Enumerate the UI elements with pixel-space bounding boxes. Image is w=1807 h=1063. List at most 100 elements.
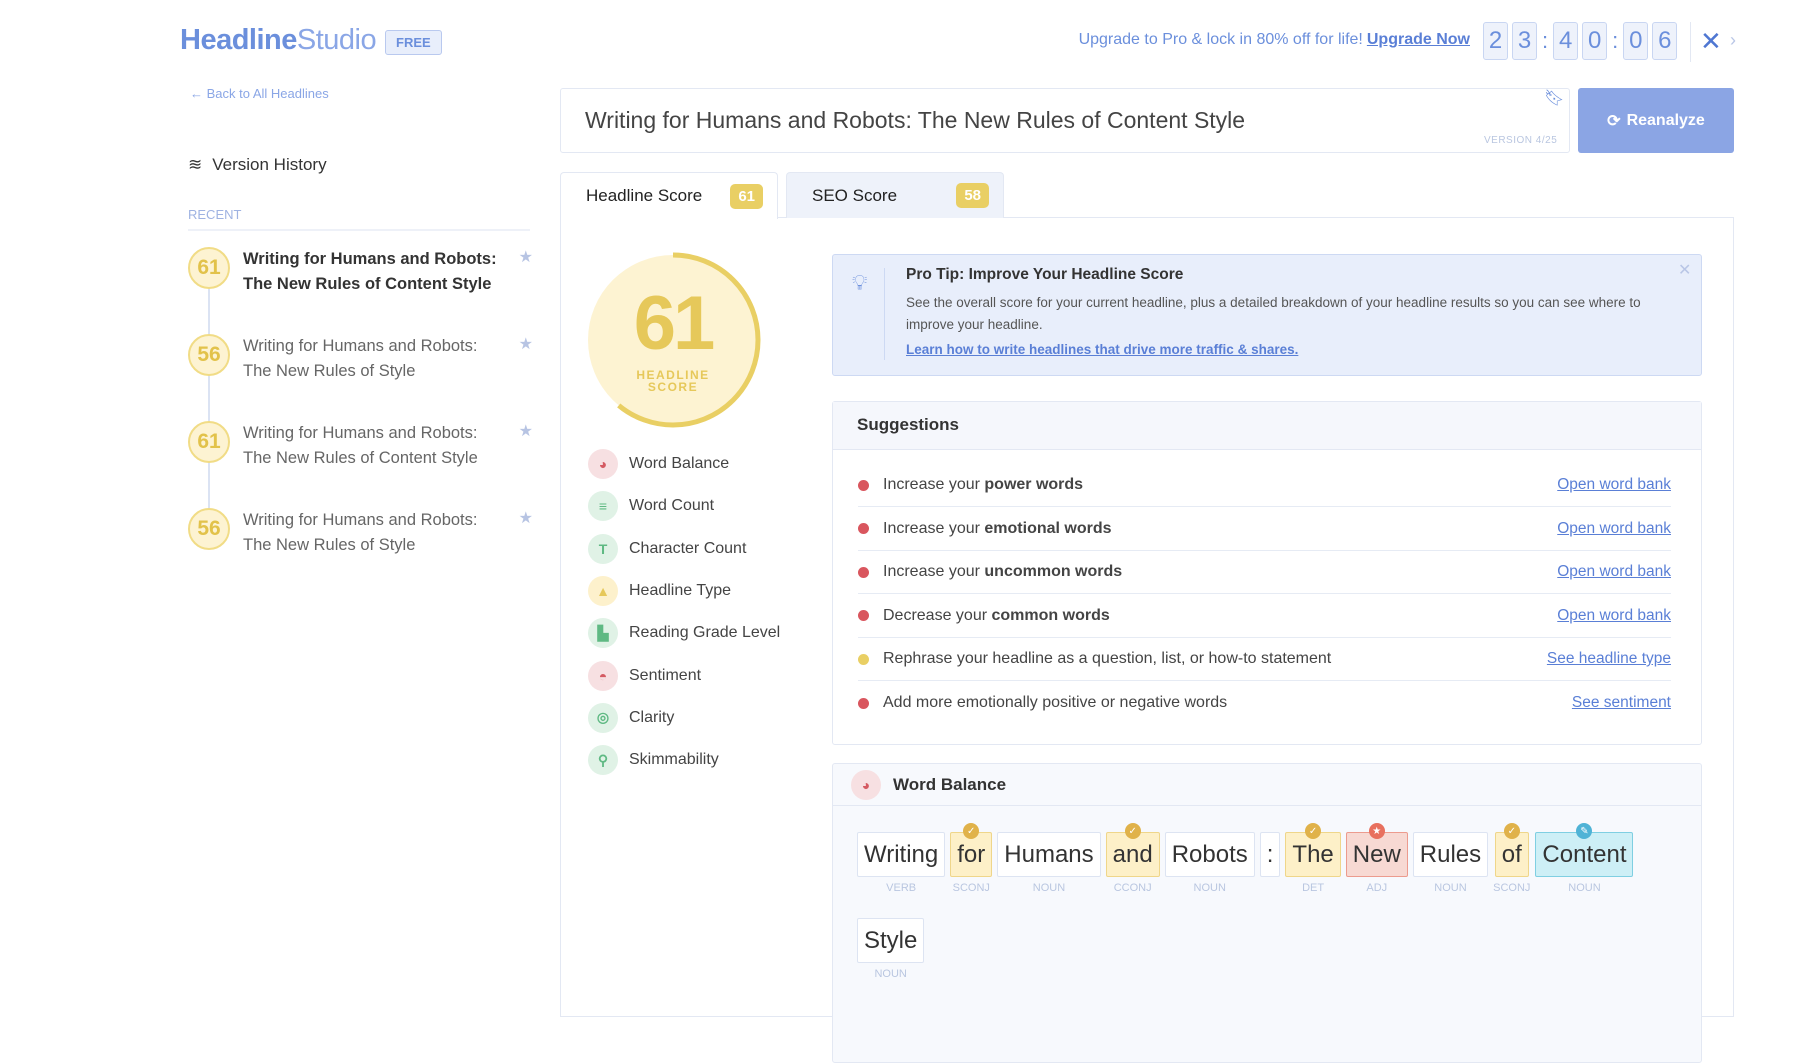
metric-label: Headline Type (629, 581, 731, 599)
tab-headline-score[interactable]: Headline Score 61 (560, 172, 778, 219)
recent-label: RECENT (188, 207, 242, 222)
word-list: Writing VERB ✓ for SCONJ Humans NOUN ✓ and CCONJ R… (857, 823, 1687, 980)
timer-digit: 2 (1483, 22, 1508, 60)
magnifier-icon: ⚲ (588, 745, 618, 776)
status-dot (858, 697, 869, 709)
version-label: VERSION 4/25 (1484, 135, 1558, 146)
suggestion-link[interactable]: Open word bank (1557, 563, 1671, 581)
score-badge: 61 (730, 183, 763, 209)
metric-word-count[interactable]: ≡ Word Count (588, 491, 715, 522)
star-icon[interactable]: ★ (519, 247, 533, 297)
metric-clarity[interactable]: ◎ Clarity (588, 702, 675, 733)
history-score: 61 (188, 421, 230, 463)
word-token[interactable]: Rules NOUN (1412, 832, 1489, 894)
word-type-icon: ✓ (1124, 823, 1141, 839)
suggestion-text: Add more emotionally positive or negativ… (883, 694, 1228, 711)
chevron-right-icon[interactable]: › (1730, 30, 1736, 51)
history-item[interactable]: 61 Writing for Humans and Robots: The New… (188, 421, 533, 471)
word-token[interactable]: ✓ of SCONJ (1493, 823, 1531, 894)
timer-digit: 0 (1582, 22, 1608, 60)
suggestion-row: Add more emotionally positive or negativ… (858, 682, 1671, 725)
lightbulb-icon: 💡︎ (852, 270, 868, 295)
divider (884, 268, 885, 360)
metric-label: Word Count (629, 497, 715, 515)
headline-input[interactable]: Writing for Humans and Robots: The New R… (560, 88, 1570, 153)
back-to-all-headlines-link[interactable]: ← Back to All Headlines (190, 86, 329, 101)
word-token[interactable]: Humans NOUN (997, 832, 1101, 894)
suggestion-link[interactable]: See sentiment (1572, 694, 1671, 712)
part-of-speech: NOUN (1032, 882, 1066, 894)
history-item[interactable]: 56 Writing for Humans and Robots: The New… (188, 508, 533, 558)
bookmark-icon[interactable]: 🔖︎ (1544, 88, 1564, 108)
metric-sentiment[interactable]: ◓ Sentiment (588, 660, 701, 691)
word-type-icon: ✓ (1305, 823, 1322, 839)
metric-word-balance[interactable]: ◕ Word Balance (588, 449, 729, 479)
word-token[interactable]: Robots NOUN (1164, 832, 1255, 894)
divider (188, 229, 530, 231)
close-icon[interactable]: ✕ (1678, 260, 1691, 280)
suggestion-row: Rephrase your headline as a question, li… (858, 638, 1671, 681)
metric-character-count[interactable]: T Character Count (588, 533, 746, 564)
suggestion-link[interactable]: Open word bank (1557, 607, 1671, 625)
star-icon[interactable]: ★ (519, 334, 533, 384)
metric-skimmability[interactable]: ⚲ Skimmability (588, 745, 719, 776)
metric-headline-type[interactable]: ▲ Headline Type (588, 575, 731, 606)
word-text: Rules (1412, 832, 1489, 877)
part-of-speech: NOUN (1568, 882, 1601, 894)
text-t-icon: T (588, 533, 618, 564)
history-title: Writing for Humans and Robots: The New R… (243, 424, 478, 467)
part-of-speech: NOUN (874, 968, 907, 980)
suggestion-link[interactable]: See headline type (1547, 650, 1671, 668)
status-dot (858, 479, 869, 491)
part-of-speech: SCONJ (952, 882, 990, 894)
upgrade-now-link[interactable]: Upgrade Now (1367, 31, 1470, 48)
word-token[interactable]: ✓ The DET (1285, 823, 1341, 894)
metric-label: Clarity (629, 708, 675, 726)
history-score: 56 (188, 508, 230, 550)
part-of-speech: NOUN (1193, 882, 1226, 894)
word-token[interactable]: ✓ and CCONJ (1105, 823, 1160, 894)
refresh-icon: ⟳ (1607, 112, 1621, 130)
metric-label: Skimmability (629, 751, 719, 769)
part-of-speech: ADJ (1366, 882, 1388, 894)
star-icon[interactable]: ★ (519, 421, 533, 471)
part-of-speech: SCONJ (1493, 882, 1531, 894)
status-dot (858, 610, 869, 621)
reanalyze-button[interactable]: ⟳ Reanalyze (1578, 88, 1734, 153)
star-icon[interactable]: ★ (519, 508, 533, 558)
metric-reading-grade-level[interactable]: ▙ Reading Grade Level (588, 618, 780, 649)
history-score: 56 (188, 334, 230, 376)
suggestion-text: Increase your uncommon words (883, 563, 1123, 580)
word-token[interactable]: ✎ Content NOUN (1535, 823, 1634, 894)
timeline-line (208, 285, 210, 525)
upgrade-banner: Upgrade to Pro & lock in 80% off for lif… (1078, 31, 1470, 48)
suggestion-row: Increase your emotional words Open word b… (858, 508, 1671, 551)
tools-icon[interactable]: ✕ (1700, 26, 1722, 57)
suggestion-row: Increase your power words Open word bank (858, 464, 1671, 507)
history-score: 61 (188, 247, 230, 289)
timer-digit: 3 (1512, 22, 1537, 60)
status-dot (858, 566, 869, 578)
lines-icon: ≡ (588, 491, 618, 522)
history-title: Writing for Humans and Robots: The New R… (243, 250, 497, 293)
history-item[interactable]: 56 Writing for Humans and Robots: The New… (188, 334, 533, 384)
word-token[interactable]: ★ New ADJ (1345, 823, 1408, 894)
status-dot (858, 523, 869, 534)
tab-seo-score[interactable]: SEO Score 58 (786, 172, 1004, 218)
word-balance-header: ◕ Word Balance (833, 764, 1701, 806)
suggestion-link[interactable]: Open word bank (1557, 476, 1671, 494)
word-token[interactable]: Style NOUN (857, 918, 925, 980)
tip-body: See the overall score for your current h… (906, 295, 1641, 332)
suggestion-link[interactable]: Open word bank (1557, 520, 1671, 538)
plan-badge: FREE (385, 30, 442, 55)
smile-icon: ◓ (588, 660, 618, 691)
logo[interactable]: HeadlineStudio (180, 24, 377, 57)
tip-link[interactable]: Learn how to write headlines that drive … (906, 342, 1298, 357)
word-token[interactable]: ✓ for SCONJ (950, 823, 993, 894)
countdown-timer: 2 3 : 4 0 : 0 6 (1483, 22, 1678, 60)
version-history-heading: ≋ Version History (188, 155, 327, 174)
word-token[interactable]: Writing VERB (857, 832, 946, 894)
word-token[interactable]: : (1259, 832, 1281, 894)
history-item[interactable]: 61 Writing for Humans and Robots: The New… (188, 247, 533, 297)
pie-chart-icon: ◕ (851, 769, 881, 800)
